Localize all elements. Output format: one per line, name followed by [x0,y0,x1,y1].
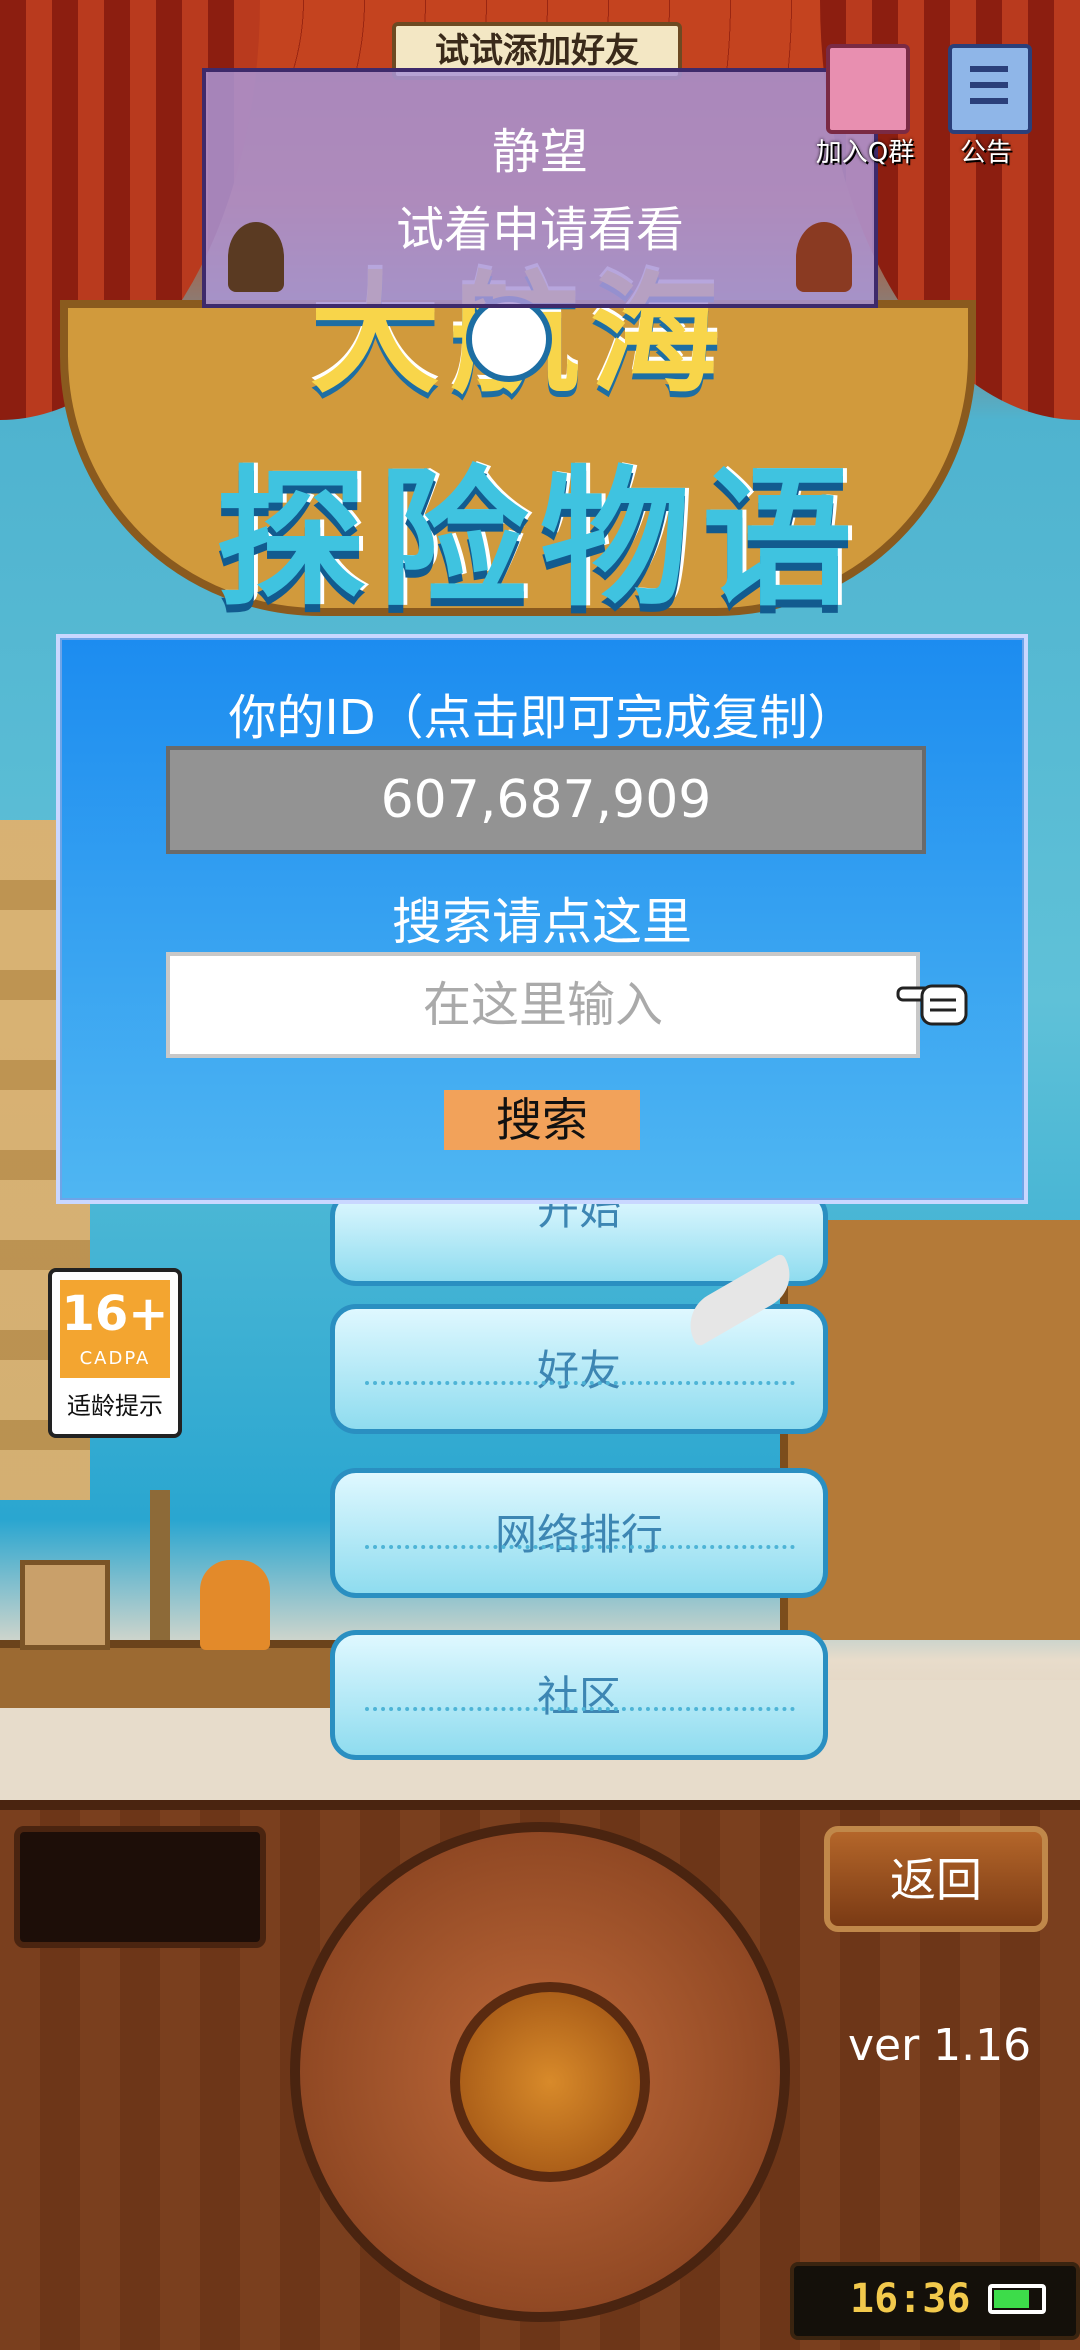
age-rating-box: 16+ CADPA [60,1280,170,1378]
suggested-player-name: 静望 [491,124,588,180]
search-button[interactable]: 搜索 [444,1090,640,1150]
friend-search-panel: 你的ID（点击即可完成复制） 607,687,909 搜索请点这里 搜索 [56,634,1028,1204]
wave-decoration [365,1545,795,1579]
crate [20,1560,110,1650]
pointing-hand-icon [896,984,968,1026]
game-logo-line2: 探险物语 [215,453,864,627]
qq-group-avatar-icon [826,44,910,134]
join-qq-group-button[interactable]: 加入Q群 [816,44,914,168]
wooden-dock [0,1640,380,1708]
player-id-copy-box[interactable]: 607,687,909 [166,746,926,854]
player-avatar-left [228,222,284,292]
compass-icon [466,296,552,382]
qq-group-label: 加入Q群 [815,138,915,168]
age-rating-org: CADPA [79,1348,151,1369]
menu-button-community[interactable]: 社区 [330,1630,828,1760]
friend-suggestion-popup[interactable]: 静望 试着申请看看 [202,68,878,308]
search-title: 搜索请点这里 [392,893,692,951]
suggestion-message: 试着申请看看 [395,202,684,258]
announcement-label: 公告 [959,138,1012,168]
directional-pad[interactable] [290,1822,790,2322]
cat-character [200,1560,270,1650]
wave-decoration [365,1381,795,1415]
menu-button-friends[interactable]: 好友 [330,1304,828,1434]
battery-level-fill [994,2290,1029,2308]
dock-crane [150,1490,170,1640]
your-id-title: 你的ID（点击即可完成复制） [228,690,856,746]
dpad-center-button[interactable] [450,1982,650,2182]
menu-button-ranking[interactable]: 网络排行 [330,1468,828,1598]
console-screen [14,1826,266,1948]
age-rating-badge: 16+ CADPA 适龄提示 [48,1268,182,1438]
back-button[interactable]: 返回 [824,1826,1048,1932]
document-line [970,82,1008,88]
announcement-document-icon [948,44,1032,134]
clock-time: 16:36 [850,2276,971,2322]
age-rating-number: 16+ [61,1286,169,1342]
wave-decoration [365,1707,795,1741]
document-line [970,98,1008,104]
status-clock-box: 16:36 [790,2262,1080,2340]
player-avatar-right [796,222,852,292]
age-rating-label: 适龄提示 [67,1392,163,1420]
version-label: ver 1.16 [848,2020,1032,2071]
announcement-button[interactable]: 公告 [940,44,1032,168]
document-line [970,66,1008,72]
friend-id-search-input[interactable] [166,952,920,1058]
battery-icon [988,2284,1046,2314]
